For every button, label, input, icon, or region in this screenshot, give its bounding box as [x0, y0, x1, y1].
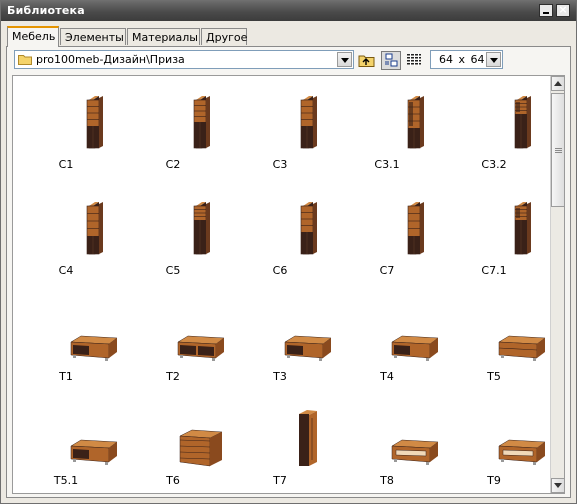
tab-panel: pro100meb-Дизайн\Приза 64 x 64 C1 C2 C3 … [6, 46, 571, 498]
library-item-label: T5.1 [53, 474, 79, 487]
library-item-label: C3 [272, 158, 288, 171]
library-item[interactable]: C7.1 [441, 188, 547, 294]
library-item-label: C4 [58, 264, 74, 277]
tab-materials[interactable]: Материалы [127, 28, 200, 45]
tab-other[interactable]: Другое [201, 28, 247, 45]
scroll-thumb[interactable] [551, 93, 564, 207]
library-item-label: C2 [165, 158, 181, 171]
title-bar[interactable]: Библиотека × [1, 1, 576, 21]
large-icons-view-icon [385, 53, 398, 67]
library-item[interactable]: C2 [120, 82, 226, 188]
library-item[interactable]: T3 [227, 294, 333, 400]
library-item[interactable]: T8 [334, 398, 440, 493]
library-item[interactable]: C7 [334, 188, 440, 294]
library-item-label: T6 [166, 474, 180, 487]
library-item-label: C7.1 [481, 264, 507, 277]
library-item[interactable]: T5 [441, 294, 547, 400]
scroll-up-button[interactable] [551, 76, 564, 91]
library-item-label: C3.2 [481, 158, 507, 171]
library-item-label: T4 [380, 370, 394, 383]
item-grid: C1 C2 C3 C3.1 C3.2 C4 C5 C6 C7 C7.1 T1 T2 T3 T4 T5 T5.1… [12, 75, 565, 494]
library-item[interactable]: T2 [120, 294, 226, 400]
tab-elements[interactable]: Элементы [60, 28, 126, 45]
library-item[interactable]: T9 [441, 398, 547, 493]
grip-line [555, 148, 562, 149]
path-dropdown-arrow-icon[interactable] [337, 52, 352, 67]
library-item[interactable]: C3.2 [441, 82, 547, 188]
minimize-button[interactable] [539, 4, 553, 17]
library-item-label: C5 [165, 264, 181, 277]
large-icons-view-button[interactable] [381, 51, 401, 70]
thumbnail-size-combobox[interactable]: 64 x 64 [430, 50, 503, 69]
library-item-label: C3.1 [374, 158, 400, 171]
library-item[interactable]: C6 [227, 188, 333, 294]
library-item[interactable]: T7 [227, 398, 333, 493]
library-item-label: T8 [380, 474, 394, 487]
grip-line [555, 150, 562, 151]
library-item[interactable]: T5.1 [13, 398, 119, 493]
folder-up-button[interactable] [357, 51, 377, 70]
library-item-label: T1 [59, 370, 73, 383]
scroll-down-button[interactable] [551, 478, 564, 493]
window-title: Библиотека [7, 4, 85, 17]
library-item[interactable]: C3 [227, 82, 333, 188]
library-item[interactable]: C1 [13, 82, 119, 188]
library-item-label: T5 [487, 370, 501, 383]
library-item-label: T9 [487, 474, 501, 487]
close-button[interactable]: × [556, 3, 570, 17]
library-item[interactable]: C4 [13, 188, 119, 294]
library-window: Библиотека × Мебель Элементы Материалы Д… [0, 0, 577, 504]
library-item[interactable]: T6 [120, 398, 226, 493]
library-item[interactable]: C5 [120, 188, 226, 294]
path-combobox[interactable]: pro100meb-Дизайн\Приза [14, 50, 354, 69]
minimize-icon [543, 12, 549, 14]
library-item-label: T2 [166, 370, 180, 383]
library-item-label: C7 [379, 264, 395, 277]
thumbnail-size-value: 64 x 64 [439, 53, 485, 66]
library-item[interactable]: T4 [334, 294, 440, 400]
tab-furniture[interactable]: Мебель [7, 26, 59, 47]
library-item-label: T7 [273, 474, 287, 487]
close-icon: × [558, 3, 568, 16]
folder-up-icon [358, 55, 375, 67]
library-item-label: C6 [272, 264, 288, 277]
library-item-label: T3 [273, 370, 287, 383]
library-item[interactable]: T1 [13, 294, 119, 400]
list-view-button[interactable] [405, 51, 425, 70]
vertical-scrollbar[interactable] [550, 76, 564, 493]
folder-icon [18, 55, 32, 65]
path-value: pro100meb-Дизайн\Приза [36, 53, 185, 66]
size-dropdown-arrow-icon[interactable] [486, 52, 501, 67]
library-item[interactable]: C3.1 [334, 82, 440, 188]
grip-line [555, 152, 562, 153]
library-item-label: C1 [58, 158, 74, 171]
list-view-icon [407, 53, 421, 66]
